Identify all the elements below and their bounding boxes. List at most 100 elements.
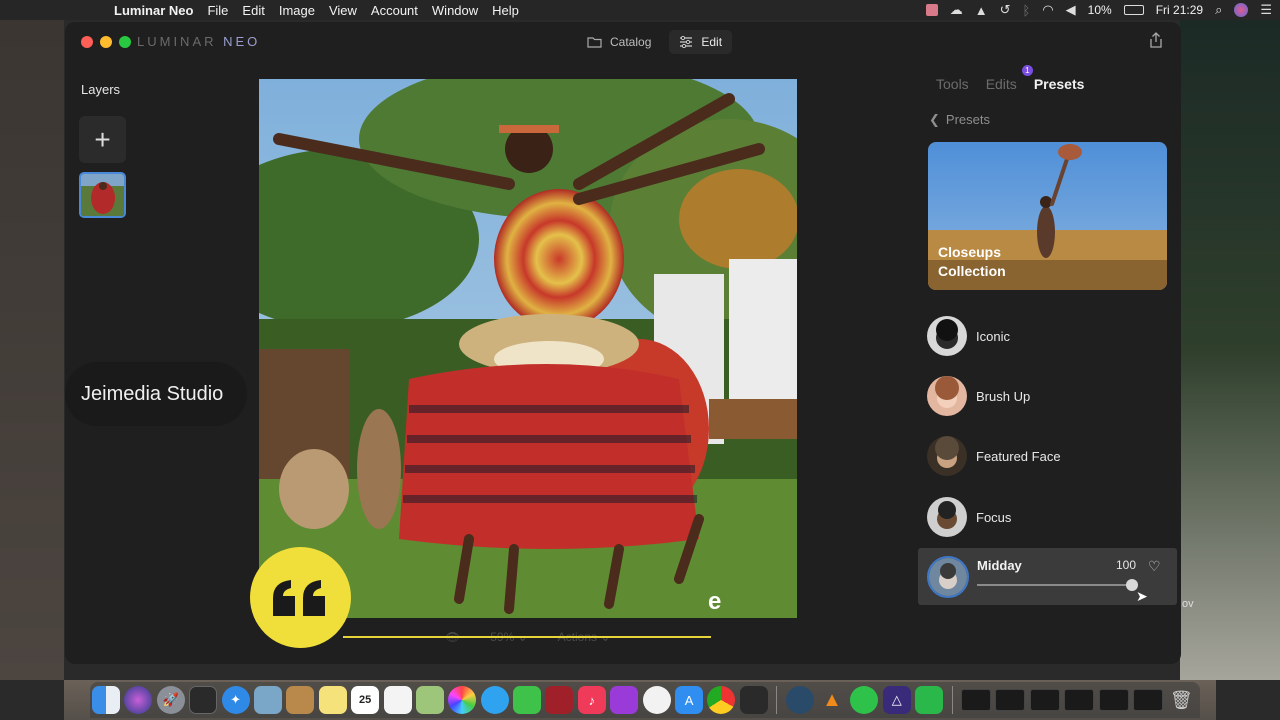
screenshot-app-icon[interactable] [739,686,768,714]
vlc-icon[interactable]: ▲ [818,686,846,714]
catalog-tab-label: Catalog [610,35,652,49]
music-icon[interactable]: ♪ [577,686,606,714]
photos-icon[interactable] [448,686,477,714]
tab-edits-label: Edits [985,76,1017,92]
preset-amount-value: 100 [1116,558,1137,572]
trash-icon[interactable]: 🗑 [1167,686,1195,714]
edit-tab-label: Edit [701,35,723,49]
mission-control-icon[interactable] [189,686,218,714]
app-store-icon[interactable]: A [675,686,704,714]
e-logo-mark: e [708,588,722,615]
battery-percent[interactable]: 10% [1088,3,1112,17]
minimized-window[interactable] [1132,689,1163,711]
folder-icon [587,37,602,48]
wifi-icon[interactable]: ◠ [1042,2,1053,18]
notes-icon[interactable] [318,686,347,714]
minimize-window-button[interactable] [100,36,112,48]
chrome-icon[interactable] [707,686,736,714]
slider-fill [977,584,1133,586]
studio-name: Jeimedia Studio [81,382,224,405]
preset-item[interactable]: Iconic [927,313,1167,359]
menu-clock[interactable]: Fri 21:29 [1156,3,1203,17]
desktop-left [0,20,64,680]
close-window-button[interactable] [81,36,93,48]
menu-app-name[interactable]: Luminar Neo [114,3,193,18]
selected-preset-name: Midday [977,558,1022,573]
menu-edit[interactable]: Edit [242,3,264,18]
quicktime-icon[interactable] [785,686,814,714]
podcasts-icon[interactable] [610,686,639,714]
luminar-neo-icon[interactable]: △ [882,686,911,714]
menu-help[interactable]: Help [492,3,519,18]
tab-tools[interactable]: Tools [936,76,969,92]
desktop-edge-text: ov [1182,598,1194,610]
whatsapp-icon[interactable] [850,686,879,714]
siri-dock-icon[interactable] [124,686,153,714]
chevron-left-icon: ❮ [929,112,940,127]
minimized-window[interactable] [1029,689,1060,711]
add-layer-button[interactable]: + [79,116,126,163]
preset-item[interactable]: Featured Face [927,433,1167,479]
menu-image[interactable]: Image [279,3,315,18]
launchpad-icon[interactable]: 🚀 [156,686,185,714]
tab-presets[interactable]: Presets [1034,76,1085,92]
status-app-icon[interactable] [925,4,938,16]
menu-account[interactable]: Account [371,3,418,18]
volume-icon[interactable]: ◀ [1066,2,1076,18]
quote-marks-icon [272,579,325,616]
edit-tab[interactable]: Edit [669,30,733,54]
bluetooth-icon[interactable]: ᛒ [1023,3,1031,18]
minimized-window[interactable] [995,689,1026,711]
contacts-icon[interactable] [286,686,315,714]
control-center-icon[interactable]: ☰ [1260,2,1272,18]
camtasia-icon[interactable] [915,686,944,714]
catalog-tab[interactable]: Catalog [577,30,661,54]
share-icon[interactable] [1149,32,1163,52]
photo-booth-icon[interactable] [545,686,574,714]
preset-item[interactable]: Brush Up [927,373,1167,419]
preset-name: Focus [976,509,1012,525]
menu-file[interactable]: File [207,3,228,18]
maps-icon[interactable] [415,686,444,714]
preset-item[interactable]: Focus [927,494,1167,540]
preset-avatar [927,436,967,476]
preset-avatar [927,556,969,598]
siri-icon[interactable] [1234,3,1249,17]
calendar-icon[interactable]: 25 [351,686,380,714]
preview-icon[interactable] [253,686,282,714]
dock: 🚀 ✦ 25 ♪ A ▲ △ 🗑 [64,680,1216,720]
collection-card[interactable]: Closeups Collection [928,142,1167,290]
presets-back-label: Presets [945,112,990,127]
minimized-window[interactable] [1098,689,1129,711]
tab-edits[interactable]: Edits 1 [985,65,1033,92]
maximize-window-button[interactable] [119,36,131,48]
brand-part-2: NEO [223,34,261,49]
preset-amount-slider[interactable] [977,579,1139,591]
preset-name: Iconic [976,328,1010,344]
time-machine-icon[interactable]: ↺ [1000,2,1011,18]
dock-separator [951,686,953,714]
menu-view[interactable]: View [329,3,357,18]
presets-back-link[interactable]: ❮ Presets [929,112,990,128]
messages-icon[interactable] [480,686,509,714]
collection-title: Closeups Collection [938,243,1006,281]
minimized-window[interactable] [1064,689,1095,711]
quote-logo [250,547,351,648]
menu-window[interactable]: Window [432,3,478,18]
brand-part-1: LUMINAR [137,34,224,49]
reminders-icon[interactable] [383,686,412,714]
creative-cloud-icon[interactable]: ☁ [950,2,963,18]
facetime-icon[interactable] [513,686,542,714]
spotlight-search-icon[interactable]: ⌕ [1215,2,1222,18]
battery-icon[interactable] [1123,5,1144,15]
favorite-heart-icon[interactable]: ♡ [1148,558,1161,575]
layer-thumbnail[interactable] [79,172,126,218]
edited-photo[interactable] [259,79,797,618]
finder-icon[interactable] [92,686,120,714]
news-icon[interactable] [642,686,671,714]
minimized-window[interactable] [960,689,991,711]
selected-preset[interactable]: Midday 100 ♡ ➤ [918,548,1177,605]
app-logo: LUMINAR NEO [137,34,260,49]
safari-icon[interactable]: ✦ [221,686,250,714]
vlc-status-icon[interactable]: ▲ [975,3,988,18]
